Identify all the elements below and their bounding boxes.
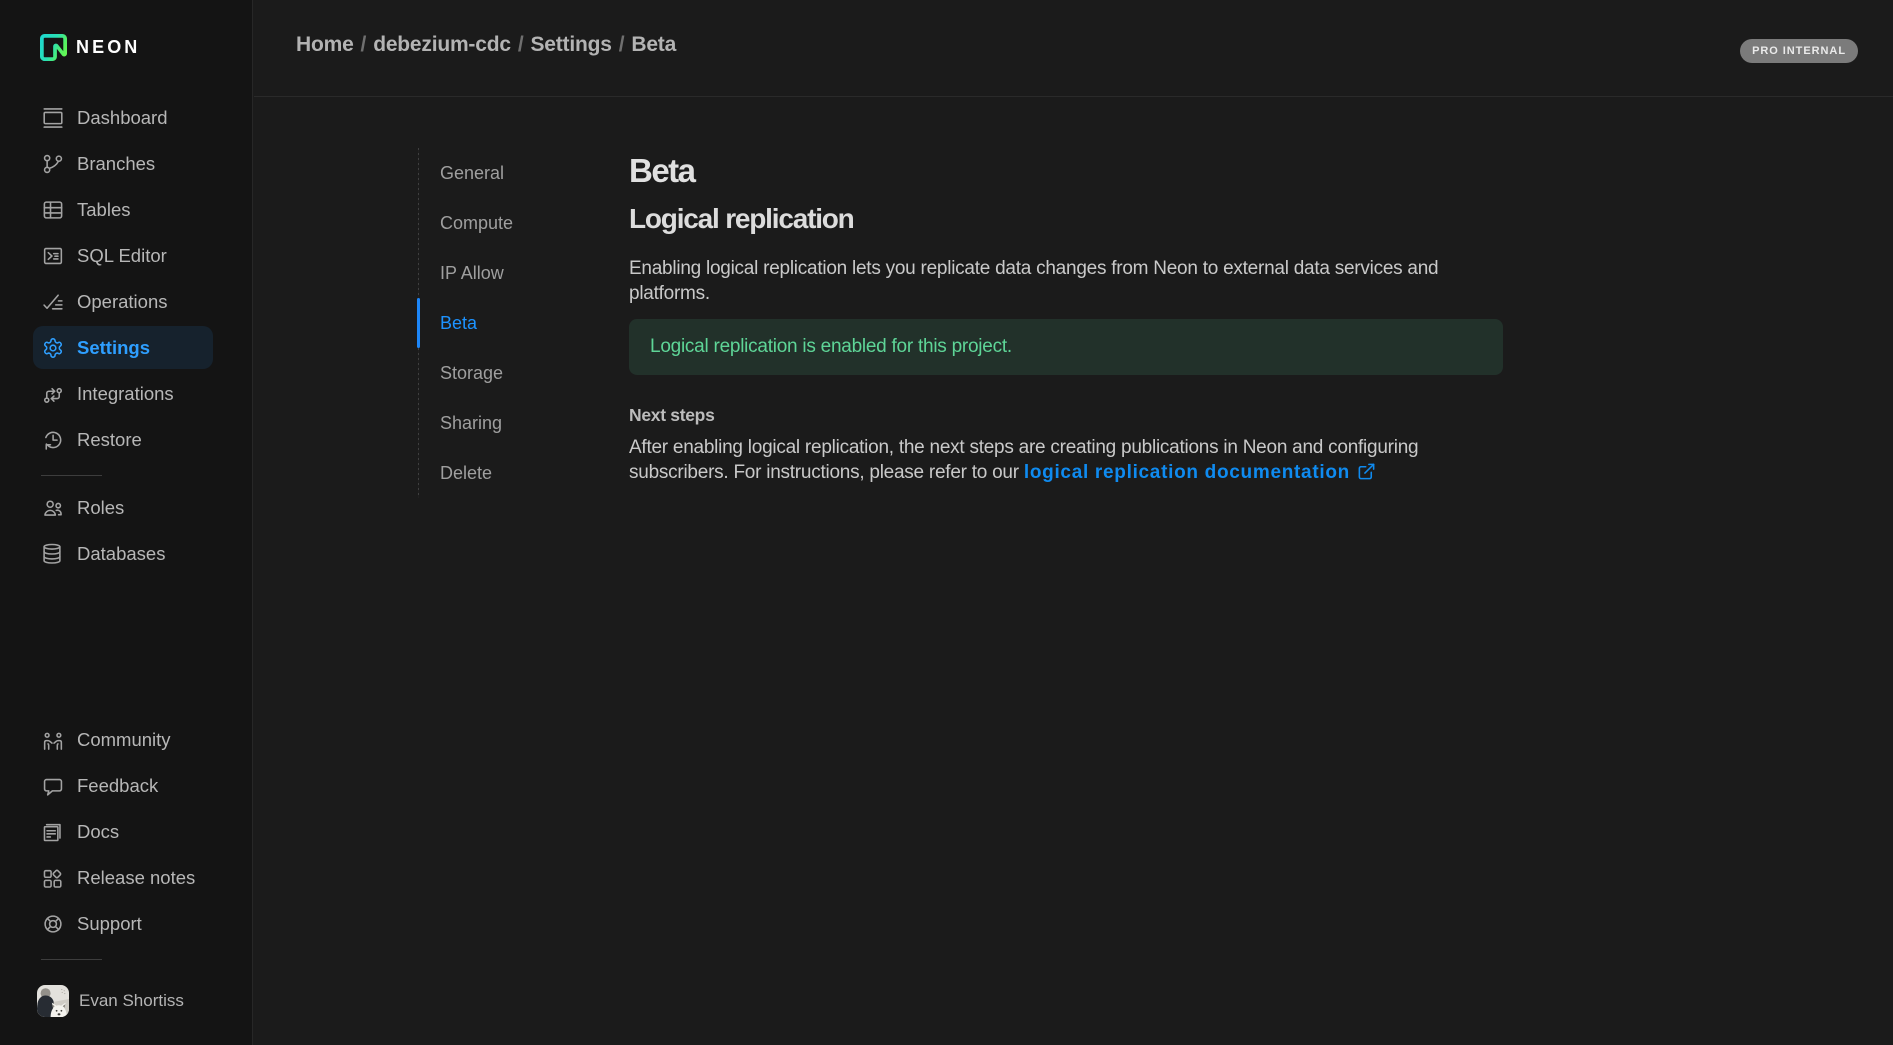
settings-tab-storage[interactable]: Storage bbox=[418, 348, 629, 398]
docs-icon bbox=[42, 821, 64, 843]
sidebar-item-restore[interactable]: Restore bbox=[0, 417, 253, 463]
sidebar-item-community[interactable]: Community bbox=[0, 717, 253, 763]
sidebar-divider-bottom bbox=[41, 959, 102, 960]
neon-logomark-icon bbox=[40, 34, 67, 61]
primary-nav: Dashboard Branches Tables SQL Edito bbox=[0, 95, 253, 463]
plan-badge: PRO INTERNAL bbox=[1740, 39, 1858, 63]
databases-icon bbox=[42, 543, 64, 565]
avatar bbox=[37, 985, 69, 1017]
user-menu[interactable]: Evan Shortiss bbox=[37, 985, 184, 1017]
feedback-icon bbox=[42, 775, 64, 797]
breadcrumb: Home/debezium-cdc/Settings/Beta bbox=[296, 33, 676, 57]
sidebar-item-databases[interactable]: Databases bbox=[0, 531, 253, 577]
sidebar-item-feedback[interactable]: Feedback bbox=[0, 763, 253, 809]
roles-icon bbox=[42, 497, 64, 519]
settings-tab-general[interactable]: General bbox=[418, 148, 629, 198]
sidebar-item-roles[interactable]: Roles bbox=[0, 485, 253, 531]
sidebar: NEON Dashboard Branches Tables bbox=[0, 0, 253, 1045]
active-tab-indicator bbox=[417, 298, 420, 348]
main-area: Home/debezium-cdc/Settings/Beta PRO INTE… bbox=[254, 0, 1893, 1045]
integrations-icon bbox=[42, 383, 64, 405]
sidebar-item-support[interactable]: Support bbox=[0, 901, 253, 947]
next-steps-text: After enabling logical replication, the … bbox=[629, 435, 1503, 485]
brand-wordmark: NEON bbox=[76, 37, 140, 58]
description-text: Enabling logical replication lets you re… bbox=[629, 256, 1503, 306]
support-icon bbox=[42, 913, 64, 935]
top-bar: Home/debezium-cdc/Settings/Beta PRO INTE… bbox=[254, 0, 1893, 97]
user-name: Evan Shortiss bbox=[79, 991, 184, 1011]
sidebar-item-docs[interactable]: Docs bbox=[0, 809, 253, 855]
settings-tab-beta[interactable]: Beta bbox=[418, 298, 629, 348]
tables-icon bbox=[42, 199, 64, 221]
dashboard-icon bbox=[42, 107, 64, 129]
settings-tab-sharing[interactable]: Sharing bbox=[418, 398, 629, 448]
sidebar-item-sql-editor[interactable]: SQL Editor bbox=[0, 233, 253, 279]
sidebar-item-operations[interactable]: Operations bbox=[0, 279, 253, 325]
branches-icon bbox=[42, 153, 64, 175]
neon-logo[interactable]: NEON bbox=[40, 33, 140, 61]
release-notes-icon bbox=[42, 867, 64, 889]
sidebar-item-integrations[interactable]: Integrations bbox=[0, 371, 253, 417]
documentation-link[interactable]: logical replication documentation bbox=[1024, 462, 1350, 483]
settings-tab-ip-allow[interactable]: IP Allow bbox=[418, 248, 629, 298]
restore-icon bbox=[42, 429, 64, 451]
external-link-icon[interactable] bbox=[1357, 462, 1376, 481]
page-title: Beta bbox=[629, 154, 695, 187]
secondary-nav: Roles Databases bbox=[0, 485, 253, 577]
section-title: Logical replication bbox=[629, 205, 854, 233]
sql-editor-icon bbox=[42, 245, 64, 267]
sidebar-item-release-notes[interactable]: Release notes bbox=[0, 855, 253, 901]
breadcrumb-home[interactable]: Home bbox=[296, 33, 354, 56]
sidebar-divider-top bbox=[41, 475, 102, 476]
settings-subnav: General Compute IP Allow Beta Storage Sh… bbox=[418, 148, 629, 498]
footer-nav: Community Feedback Docs bbox=[0, 717, 253, 947]
settings-gear-icon bbox=[42, 337, 64, 359]
settings-tab-delete[interactable]: Delete bbox=[418, 448, 629, 498]
success-alert: Logical replication is enabled for this … bbox=[629, 319, 1503, 375]
alert-message: Logical replication is enabled for this … bbox=[650, 336, 1012, 358]
sidebar-item-dashboard[interactable]: Dashboard bbox=[0, 95, 253, 141]
community-icon bbox=[42, 729, 64, 751]
operations-icon bbox=[42, 291, 64, 313]
sidebar-item-tables[interactable]: Tables bbox=[0, 187, 253, 233]
next-steps-title: Next steps bbox=[629, 405, 715, 426]
breadcrumb-project[interactable]: debezium-cdc bbox=[373, 33, 511, 56]
breadcrumb-settings[interactable]: Settings bbox=[530, 33, 611, 56]
sidebar-item-branches[interactable]: Branches bbox=[0, 141, 253, 187]
sidebar-item-settings[interactable]: Settings bbox=[0, 325, 253, 371]
settings-tab-compute[interactable]: Compute bbox=[418, 198, 629, 248]
breadcrumb-page: Beta bbox=[631, 33, 676, 56]
